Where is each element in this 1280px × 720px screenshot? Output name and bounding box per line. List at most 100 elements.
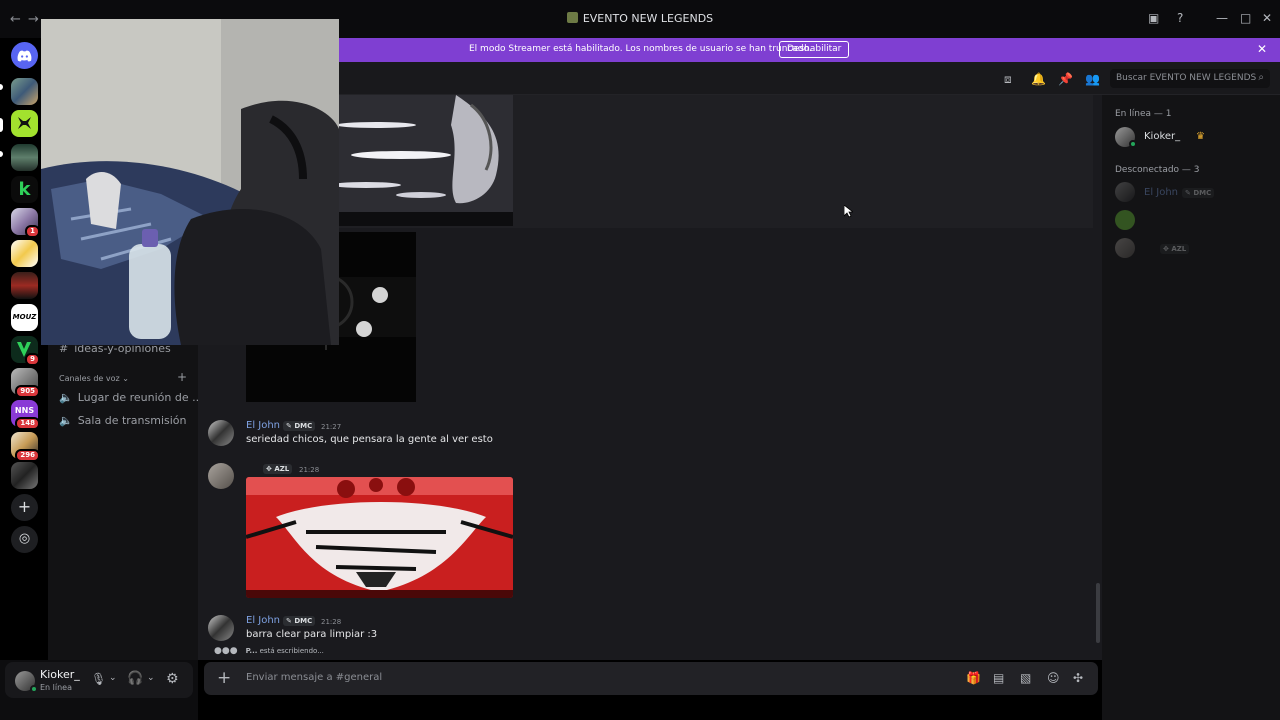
server-icon-11[interactable]: NNS 148: [11, 400, 40, 430]
window-title: EVENTO NEW LEGENDS: [582, 12, 714, 25]
offline-header: Desconectado — 3: [1115, 165, 1200, 175]
gif-icon[interactable]: ▤: [993, 671, 1004, 685]
avatar: [1115, 238, 1135, 258]
composer-placeholder: Enviar mensaje a #general: [246, 672, 383, 683]
server-icon-10[interactable]: 905: [11, 368, 40, 398]
search-icon: ⌕: [1258, 72, 1264, 83]
speaker-icon: 🔈: [59, 391, 73, 404]
selected-pill: [0, 118, 3, 132]
message-author[interactable]: El John: [246, 615, 280, 626]
message-time: 21:28: [299, 466, 320, 474]
minimize-icon[interactable]: —: [1216, 11, 1228, 25]
voice-channel-name: Lugar de reunión de ...: [77, 391, 203, 404]
avatar[interactable]: [208, 615, 234, 641]
chevron-down-icon: ⌄: [119, 374, 129, 383]
close-banner-icon[interactable]: ✕: [1257, 42, 1267, 56]
server-icon-3[interactable]: [11, 144, 38, 171]
mouz-logo: MOUZ: [12, 313, 37, 321]
typing-user: P...: [245, 647, 258, 655]
channel-header: ⧈ 🔔 📌 👥 Buscar EVENTO NEW LEGENDS ⌕: [338, 62, 1280, 95]
voice-channel-sala[interactable]: 🔈 Sala de transmisión: [59, 414, 187, 427]
avatar[interactable]: [208, 420, 234, 446]
threads-icon[interactable]: ⧈: [1004, 72, 1012, 87]
clan-tag-text: AZL: [1171, 245, 1187, 253]
headphones-icon[interactable]: 🎧: [127, 671, 143, 686]
server-icon-4[interactable]: k: [11, 176, 38, 203]
nns-logo: NNS: [14, 406, 35, 415]
webcam-overlay: [41, 19, 339, 345]
server-icon-7[interactable]: [11, 272, 38, 299]
online-header: En línea — 1: [1115, 109, 1172, 119]
online-status-dot: [30, 685, 38, 693]
mention-badge: 148: [15, 417, 40, 430]
explore-servers-icon[interactable]: ◎: [11, 526, 38, 553]
user-panel-box: Kioker_ En línea 🎙 ⌄ 🎧 ⌄ ⚙: [5, 662, 193, 698]
mouse-cursor-icon: [844, 205, 853, 218]
user-panel: Kioker_ En línea 🎙 ⌄ 🎧 ⌄ ⚙: [0, 660, 198, 720]
unread-pill: [0, 151, 3, 157]
message-image[interactable]: [246, 477, 513, 598]
message-text: seriedad chicos, que pensara la gente al…: [246, 434, 493, 445]
chevron-down-icon[interactable]: ⌄: [109, 673, 117, 683]
clan-tag: ✥ AZL: [1160, 244, 1190, 254]
mention-badge: 905: [15, 385, 40, 398]
server-icon-9[interactable]: 9: [11, 336, 40, 366]
gear-icon[interactable]: ⚙: [166, 671, 179, 687]
server-icon-8[interactable]: MOUZ: [11, 304, 38, 331]
chevron-down-icon[interactable]: ⌄: [147, 673, 155, 683]
clan-tag: ✎ DMC: [283, 616, 316, 626]
server-icon-2[interactable]: [11, 110, 38, 137]
search-input[interactable]: Buscar EVENTO NEW LEGENDS ⌕: [1110, 69, 1270, 88]
webcam-feed-image: [41, 19, 339, 345]
clan-tag: ✥ AZL: [263, 464, 293, 474]
message-text: barra clear para limpiar :3: [246, 629, 378, 640]
voice-channel-name: Sala de transmisión: [77, 414, 187, 427]
apps-icon[interactable]: ✣: [1073, 671, 1083, 685]
message-time: 21:27: [321, 423, 342, 431]
inbox-icon[interactable]: ▣: [1148, 11, 1159, 25]
emoji-icon[interactable]: ☺: [1047, 671, 1060, 685]
online-status-dot: [1129, 140, 1137, 148]
close-window-icon[interactable]: ✕: [1262, 11, 1272, 25]
member-name: El John: [1144, 187, 1179, 198]
member-list-icon[interactable]: 👥: [1085, 72, 1100, 86]
anime-image: [246, 477, 513, 598]
microphone-icon[interactable]: 🎙: [91, 672, 106, 686]
message-author[interactable]: El John: [246, 420, 280, 431]
banner-message: El modo Streamer está habilitado. Los no…: [469, 44, 812, 54]
typing-indicator: ●●● P... está escribiendo...: [214, 646, 324, 656]
voice-category-label: Canales de voz: [59, 374, 120, 383]
sticker-icon[interactable]: ▧: [1020, 671, 1031, 685]
voice-category[interactable]: Canales de voz ⌄: [59, 374, 129, 383]
avatar[interactable]: [208, 463, 234, 489]
message-composer[interactable]: + Enviar mensaje a #general 🎁 ▤ ▧ ☺ ✣: [204, 662, 1098, 695]
server-icon-5[interactable]: 1: [11, 208, 40, 238]
attach-plus-icon[interactable]: +: [217, 668, 231, 688]
discord-home-icon[interactable]: [11, 42, 38, 69]
add-voice-channel-icon[interactable]: +: [177, 370, 187, 384]
member-list: En línea — 1 Kioker_ ♛ Desconectado — 3 …: [1102, 95, 1280, 720]
user-name[interactable]: Kioker_: [40, 668, 80, 681]
server-icon: [566, 12, 578, 23]
bell-icon[interactable]: 🔔: [1031, 72, 1046, 86]
help-icon[interactable]: ?: [1177, 11, 1183, 25]
server-icon-13[interactable]: [11, 462, 38, 489]
mention-badge: 1: [25, 225, 40, 238]
disable-streamer-button[interactable]: Deshabilitar: [779, 41, 850, 58]
avatar: [1115, 210, 1135, 230]
clan-tag-text: DMC: [294, 422, 313, 430]
maximize-icon[interactable]: □: [1240, 11, 1251, 25]
typing-text: está escribiendo...: [259, 647, 324, 655]
gift-icon[interactable]: 🎁: [966, 671, 981, 685]
avatar: [1115, 182, 1135, 202]
clan-tag: ✎ DMC: [1182, 188, 1215, 198]
server-icon-12[interactable]: 296: [11, 432, 40, 462]
pin-icon[interactable]: 📌: [1058, 72, 1073, 86]
member-name: Kioker_: [1144, 131, 1181, 142]
voice-channel-lugar[interactable]: 🔈 Lugar de reunión de ...: [59, 391, 203, 404]
server-icon-1[interactable]: [11, 78, 38, 105]
chat-scrollbar[interactable]: [1096, 583, 1100, 643]
server-icon-6[interactable]: [11, 240, 38, 267]
add-server-icon[interactable]: +: [11, 494, 38, 521]
clan-tag-text: AZL: [274, 465, 290, 473]
